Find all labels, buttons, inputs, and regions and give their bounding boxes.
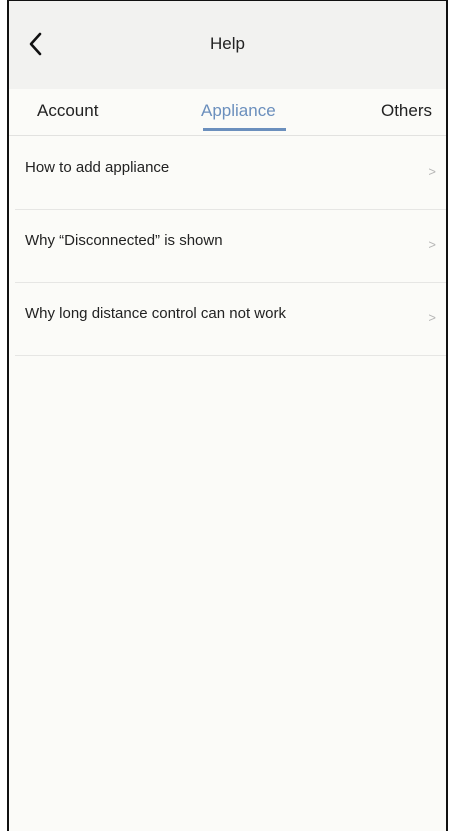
help-screen: Help Account Appliance Others How to add… bbox=[7, 0, 448, 831]
list-item-long-distance-control[interactable]: Why long distance control can not work > bbox=[15, 283, 446, 356]
chevron-right-icon: > bbox=[428, 310, 436, 325]
help-topic-list: How to add appliance > Why “Disconnected… bbox=[9, 137, 446, 356]
active-tab-indicator bbox=[203, 128, 286, 131]
chevron-right-icon: > bbox=[428, 164, 436, 179]
tab-bar: Account Appliance Others bbox=[9, 89, 446, 136]
divider bbox=[9, 135, 446, 136]
list-item-why-disconnected[interactable]: Why “Disconnected” is shown > bbox=[15, 210, 446, 283]
list-item-label: How to add appliance bbox=[25, 159, 170, 176]
header-bar: Help bbox=[9, 1, 446, 89]
tab-account[interactable]: Account bbox=[37, 101, 98, 121]
tab-appliance[interactable]: Appliance bbox=[201, 101, 276, 121]
list-item-label: Why long distance control can not work bbox=[25, 305, 286, 322]
list-item-how-to-add-appliance[interactable]: How to add appliance > bbox=[15, 137, 446, 210]
tab-others[interactable]: Others bbox=[381, 101, 432, 121]
list-item-label: Why “Disconnected” is shown bbox=[25, 232, 223, 249]
chevron-right-icon: > bbox=[428, 237, 436, 252]
page-title: Help bbox=[210, 34, 245, 53]
